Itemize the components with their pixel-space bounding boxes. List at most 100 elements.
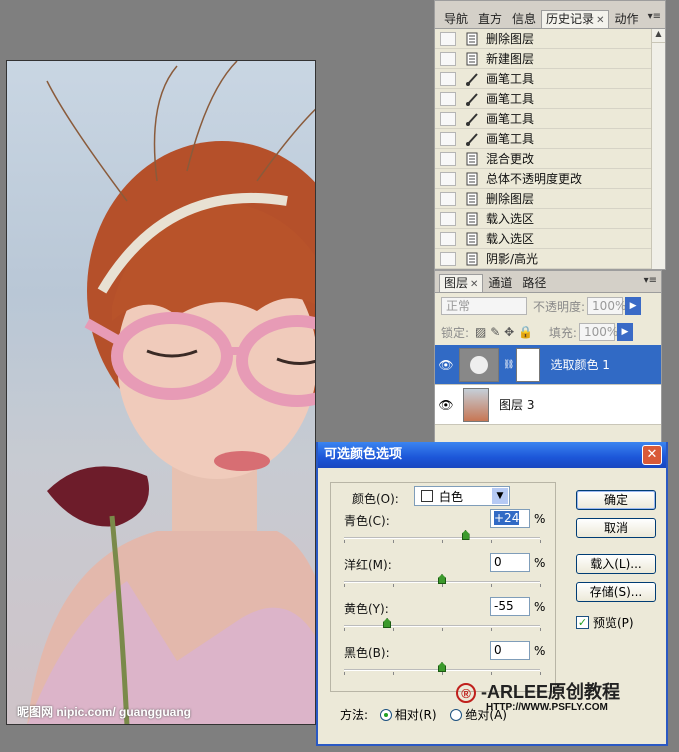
opacity-arrow-icon[interactable]: ▶ — [625, 297, 642, 315]
snapshot-source-checkbox[interactable] — [440, 251, 456, 266]
layer-thumbnail — [463, 387, 489, 422]
history-state-icon — [464, 231, 480, 247]
brand-watermark: ® -ARLEE原创教程 — [456, 678, 620, 704]
history-state-icon — [464, 151, 480, 167]
slider-tick — [393, 584, 394, 587]
slider-tick — [442, 584, 443, 587]
snapshot-source-checkbox[interactable] — [440, 71, 456, 86]
eye-icon[interactable]: 👁 — [435, 398, 457, 412]
history-item[interactable]: 删除图层 — [435, 29, 665, 49]
history-item-label: 阴影/高光 — [486, 252, 539, 266]
layer-row-selective-color[interactable]: 👁 ⛓ 选取颜色 1 — [435, 345, 661, 385]
method-relative-label: 相对(R) — [394, 708, 437, 722]
value-input[interactable]: 0 — [490, 553, 530, 572]
history-item[interactable]: 载入选区 — [435, 229, 665, 249]
value-input[interactable]: -55 — [490, 597, 530, 616]
tab-layers[interactable]: 图层 ✕ — [439, 274, 484, 292]
opacity-label: 不透明度: — [533, 299, 586, 314]
history-item-label: 总体不透明度更改 — [486, 172, 583, 186]
adjustment-slider[interactable] — [344, 574, 541, 587]
history-state-icon — [464, 191, 480, 207]
history-item[interactable]: 总体不透明度更改 — [435, 169, 665, 189]
panel-menu-icon[interactable]: ▾≡ — [648, 11, 661, 22]
ok-button[interactable]: 确定 — [576, 490, 656, 510]
method-relative-radio[interactable]: 相对(R) — [379, 708, 437, 722]
cancel-button[interactable]: 取消 — [576, 518, 656, 538]
tab-navigator[interactable]: 导航 — [439, 10, 473, 28]
history-item[interactable]: 阴影/高光 — [435, 249, 665, 269]
scroll-up-icon[interactable]: ▲ — [652, 29, 665, 43]
tab-histogram[interactable]: 直方 — [473, 10, 507, 28]
history-state-icon — [464, 171, 480, 187]
snapshot-source-checkbox[interactable] — [440, 171, 456, 186]
preview-checkbox[interactable]: ✓ 预览(P) — [576, 614, 634, 631]
history-item-label: 画笔工具 — [486, 112, 535, 126]
snapshot-source-checkbox[interactable] — [440, 231, 456, 246]
tab-channels[interactable]: 通道 — [483, 274, 517, 292]
tab-history[interactable]: 历史记录 ✕ — [541, 10, 610, 28]
tab-info[interactable]: 信息 — [507, 10, 541, 28]
history-item[interactable]: 画笔工具 — [435, 69, 665, 89]
history-item[interactable]: 新建图层 — [435, 49, 665, 69]
close-icon[interactable]: ✕ — [642, 445, 662, 465]
lock-label: 锁定: — [441, 325, 470, 340]
snapshot-source-checkbox[interactable] — [440, 131, 456, 146]
value-input[interactable]: 0 — [490, 641, 530, 660]
photo-watermark: 昵图网 nipic.com/ guangguang — [17, 705, 192, 719]
brand-mark: ® — [456, 683, 476, 703]
layer-mask-thumbnail[interactable] — [516, 347, 541, 382]
color-select[interactable]: 白色 ▼ — [414, 486, 510, 506]
slider-tick — [491, 540, 492, 543]
slider-tick — [442, 672, 443, 675]
close-tab-icon[interactable]: ✕ — [470, 279, 478, 290]
dialog-titlebar[interactable]: 可选颜色选项 ✕ — [318, 442, 666, 468]
history-item[interactable]: 混合更改 — [435, 149, 665, 169]
chevron-down-icon[interactable]: ▼ — [492, 488, 508, 504]
lock-icons[interactable]: ▨ ✎ ✥ 🔒 — [475, 325, 533, 339]
history-scrollbar[interactable]: ▲ — [651, 29, 665, 269]
history-item[interactable]: 画笔工具 — [435, 89, 665, 109]
panel-menu-icon[interactable]: ▾≡ — [644, 275, 657, 286]
history-item-label: 载入选区 — [486, 232, 535, 246]
layer-row-layer3[interactable]: 👁 图层 3 — [435, 385, 661, 425]
adjustment-slider[interactable] — [344, 662, 541, 675]
snapshot-source-checkbox[interactable] — [440, 151, 456, 166]
history-item-label: 新建图层 — [486, 52, 535, 66]
snapshot-source-checkbox[interactable] — [440, 211, 456, 226]
snapshot-source-checkbox[interactable] — [440, 111, 456, 126]
value-input[interactable]: +24 — [490, 509, 530, 528]
brush-icon — [464, 111, 480, 127]
snapshot-source-checkbox[interactable] — [440, 31, 456, 46]
slider-tick — [344, 584, 345, 587]
snapshot-source-checkbox[interactable] — [440, 91, 456, 106]
history-item[interactable]: 画笔工具 — [435, 109, 665, 129]
save-button[interactable]: 存储(S)... — [576, 582, 656, 602]
eye-icon[interactable]: 👁 — [435, 358, 457, 372]
history-item-label: 混合更改 — [486, 152, 535, 166]
adjustment-slider[interactable] — [344, 530, 541, 543]
layer-name: 选取颜色 1 — [550, 358, 610, 372]
brush-icon — [464, 71, 480, 87]
tab-paths[interactable]: 路径 — [517, 274, 551, 292]
adjustment-slider[interactable] — [344, 618, 541, 631]
slider-tick — [491, 672, 492, 675]
tab-actions[interactable]: 动作 — [609, 10, 643, 28]
history-state-icon — [464, 51, 480, 67]
slider-track — [344, 625, 540, 627]
document-canvas[interactable]: 昵图网 nipic.com/ guangguang — [6, 60, 316, 725]
load-button[interactable]: 载入(L)... — [576, 554, 656, 574]
link-icon: ⛓ — [503, 359, 515, 370]
opacity-input[interactable]: 100% — [587, 297, 626, 315]
brush-icon — [464, 131, 480, 147]
snapshot-source-checkbox[interactable] — [440, 51, 456, 66]
history-item[interactable]: 删除图层 — [435, 189, 665, 209]
history-state-icon — [464, 211, 480, 227]
value-text: 0 — [494, 555, 502, 569]
history-item[interactable]: 画笔工具 — [435, 129, 665, 149]
history-item[interactable]: 载入选区 — [435, 209, 665, 229]
blend-mode-select[interactable]: 正常 — [441, 297, 527, 315]
fill-input[interactable]: 100% — [578, 323, 618, 341]
fill-arrow-icon[interactable]: ▶ — [616, 323, 633, 341]
close-tab-icon[interactable]: ✕ — [596, 15, 604, 26]
snapshot-source-checkbox[interactable] — [440, 191, 456, 206]
